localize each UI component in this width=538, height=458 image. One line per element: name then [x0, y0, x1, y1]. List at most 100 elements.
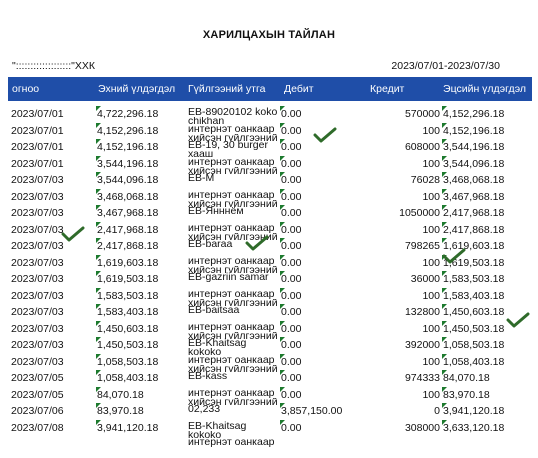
row-description-line1: интернэт оанкаар [188, 386, 275, 399]
row-description-line1: интернэт оанкаар [188, 320, 275, 333]
table-row: 2023/07/01 4,152,196.18 0.00 608000 3,544,19… [0, 139, 538, 157]
row-closing-balance: 4,152,296.18 [441, 106, 505, 120]
row-opening-balance: 84,070.18 [96, 386, 144, 401]
row-debit: 0.00 [279, 320, 302, 335]
row-opening-balance: 1,450,503.18 [95, 337, 159, 351]
row-debit: 0.00 [279, 172, 302, 186]
check-mark-icon [506, 311, 530, 329]
row-description: интернэт оанкаар хийсэн гүйлгээний [188, 254, 280, 272]
header-description: Гүйлгээний утга [188, 83, 266, 95]
table-body: 2023/07/01 4,722,296.18 0.00 570000 4,152,29… [0, 106, 538, 453]
row-description-line1: интернэт оанкаар [188, 254, 275, 267]
table-row: 2023/07/03 1,583,403.18 0.00 132800 1,450,60… [0, 304, 538, 321]
row-description-line1: интернэт оанкаар [188, 188, 275, 201]
row-closing-balance: 83,970.18 [442, 386, 490, 401]
row-closing-balance: 1,450,603.18 [441, 304, 505, 318]
row-description-line2 [188, 447, 280, 454]
row-description-line1: интернэт оанкаар [188, 287, 275, 300]
row-description: интернэт оанкаар хийсэн гүйлгээний [188, 156, 280, 173]
row-description: EB-M [188, 173, 280, 189]
row-date: 2023/07/08 [11, 421, 64, 434]
row-credit: 100 [422, 124, 440, 137]
row-description: интернэт оанкаар хийсэн гүйлгээний [188, 287, 280, 305]
row-description: EB-89020102 koko chikhan [188, 106, 280, 124]
row-closing-balance: 1,058,403.18 [441, 353, 505, 368]
row-description: EB-baitsaa [188, 305, 280, 321]
row-description-line1: EB-89020102 koko [188, 106, 278, 118]
row-description-line1: интернэт оанкаар [188, 221, 275, 234]
row-credit: 100 [422, 157, 440, 170]
check-mark-icon [442, 247, 466, 265]
row-description: 02,233 [188, 404, 280, 420]
row-opening-balance: 2,417,868.18 [95, 238, 159, 252]
row-credit: 608000 [404, 141, 440, 153]
row-date: 2023/07/05 [11, 388, 64, 401]
row-credit: 100 [422, 289, 440, 302]
row-opening-balance: 3,468,068.18 [95, 188, 159, 203]
row-debit: 0.00 [279, 106, 302, 120]
table-row: 2023/07/03 1,058,503.18 0.00 100 1,058,403.1… [0, 353, 538, 372]
row-closing-balance: 3,544,196.18 [441, 139, 505, 153]
row-credit: 132800 [404, 306, 440, 318]
row-date: 2023/07/03 [11, 322, 64, 335]
row-description: интернэт оанкаар хийсэн гүйлгээний [188, 122, 280, 140]
row-credit: 392000 [404, 339, 440, 351]
row-closing-balance: 3,941,120.18 [441, 403, 505, 417]
row-opening-balance: 3,544,096.18 [95, 172, 159, 186]
row-debit: 0.00 [279, 271, 302, 285]
row-description-line1: интернэт оанкаар [188, 436, 275, 448]
row-credit: 100 [422, 355, 440, 368]
table-row: интернэт оанкаар [0, 436, 538, 453]
row-debit: 0.00 [279, 304, 302, 318]
row-description-line1: интернэт оанкаар [188, 122, 275, 135]
row-closing-balance: 3,467,968.18 [441, 188, 505, 203]
row-closing-balance: 3,633,120.18 [441, 419, 505, 434]
row-closing-balance: 3,544,096.18 [441, 155, 505, 170]
row-credit: 0 [434, 405, 440, 417]
row-date: 2023/07/05 [11, 372, 64, 384]
row-debit: 0.00 [279, 238, 302, 252]
row-date: 2023/07/03 [11, 207, 64, 219]
row-credit: 1050000 [399, 207, 440, 219]
header-opening-balance: Эхний үлдэгдэл [98, 83, 176, 95]
table-row: 2023/07/06 83,970.18 3,857,150.00 0 3,941,12… [0, 403, 538, 420]
row-description-line1: EB-Khaitsag [188, 419, 247, 432]
table-row: 2023/07/03 1,619,503.18 0.00 36000 1,583,503… [0, 271, 538, 288]
table-row: 2023/07/08 3,941,120.18 0.00 308000 3,633,12… [0, 419, 538, 438]
row-debit: 0.00 [279, 386, 302, 401]
row-closing-balance: 2,417,868.18 [441, 221, 505, 236]
header-date: огноо [12, 83, 40, 95]
row-opening-balance: 1,619,503.18 [95, 271, 159, 285]
row-debit: 0.00 [279, 188, 302, 203]
row-debit: 0.00 [279, 139, 302, 153]
table-row: 2023/07/05 84,070.18 0.00 100 83,970.18 интер… [0, 386, 538, 405]
row-opening-balance: 3,467,968.18 [95, 205, 159, 219]
row-description-line1: EB-kass [188, 370, 228, 382]
check-mark-icon [61, 225, 85, 243]
header-credit: Кредит [370, 83, 405, 95]
account-name: ":::::::::::::::::::"ХХК [12, 60, 96, 72]
row-opening-balance: 3,941,120.18 [95, 419, 159, 434]
report-title: ХАРИЛЦАХЫН ТАЙЛАН [202, 29, 336, 41]
row-description-line1: EB-baitsaa [188, 304, 240, 316]
row-date: 2023/07/01 [11, 141, 64, 153]
report-period: 2023/07/01-2023/07/30 [391, 60, 500, 72]
row-date: 2023/07/03 [11, 190, 64, 203]
row-opening-balance: 4,152,196.18 [95, 139, 159, 153]
row-closing-balance: 3,468,068.18 [441, 172, 505, 186]
header-debit: Дебит [284, 83, 314, 95]
row-closing-balance: 1,583,503.18 [441, 271, 505, 285]
row-date: 2023/07/01 [11, 124, 64, 137]
table-row: 2023/07/03 3,468,068.18 0.00 100 3,467,968.1… [0, 188, 538, 207]
row-credit: 76028 [410, 174, 440, 186]
row-debit: 0.00 [279, 287, 302, 302]
row-closing-balance: 4,152,196.18 [441, 122, 505, 137]
row-date: 2023/07/03 [11, 355, 64, 368]
check-mark-icon [313, 126, 337, 144]
row-description: интернэт оанкаар [188, 437, 280, 453]
row-opening-balance: 83,970.18 [96, 403, 144, 417]
row-credit: 100 [422, 223, 440, 236]
row-opening-balance: 1,583,403.18 [95, 304, 159, 318]
table-row: 2023/07/03 1,450,503.18 0.00 392000 1,058,50… [0, 337, 538, 355]
row-opening-balance: 1,058,503.18 [95, 353, 159, 368]
